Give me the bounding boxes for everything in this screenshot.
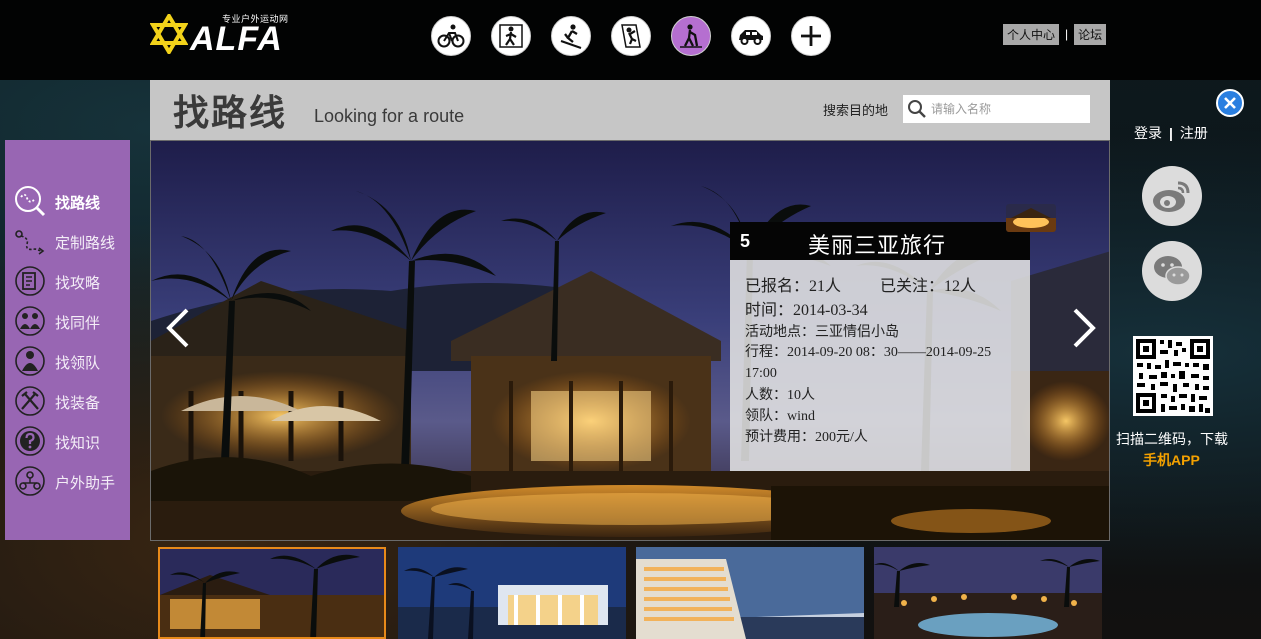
route-leader: 领队：wind — [745, 409, 815, 424]
destination-search-box — [903, 95, 1090, 123]
knowledge-icon — [15, 426, 45, 456]
route-thumbnail — [1006, 204, 1056, 232]
nav-label: 找装备 — [55, 395, 101, 412]
personal-center-link[interactable]: 个人中心 — [1003, 23, 1060, 45]
nav-label: 找攻略 — [55, 275, 101, 292]
slide-thumbnail[interactable] — [158, 547, 386, 639]
auth-links: 登录 | 注册 — [1134, 123, 1208, 143]
top-link-separator: | — [1065, 27, 1069, 41]
nav-label: 找同伴 — [55, 315, 101, 332]
slide-thumbnail[interactable] — [636, 547, 864, 639]
page-title: 找路线 — [173, 92, 288, 133]
equipment-icon — [15, 386, 45, 416]
wechat-icon[interactable] — [1142, 241, 1202, 301]
page-header: 找路线 Looking for a route 搜索目的地 — [150, 80, 1110, 140]
nav-label: 定制路线 — [55, 235, 116, 252]
custom-route-icon — [15, 230, 45, 255]
climbing-icon — [621, 24, 641, 48]
page-subtitle: Looking for a route — [314, 106, 465, 126]
route-people: 人数：10人 — [745, 388, 815, 403]
hiking-icon — [499, 24, 523, 48]
nav-find-route[interactable]: 找路线 — [13, 184, 128, 218]
nav-find-guide[interactable]: 找攻略 — [13, 264, 128, 298]
hotel-tower-thumbnail — [636, 547, 864, 639]
nav-find-companion[interactable]: 找同伴 — [13, 304, 128, 338]
route-details: 已报名：21人 已关注：12人 时间：2014-03-34 活动地点：三亚情侣小… — [730, 260, 1030, 471]
nav-find-knowledge[interactable]: 找知识 — [13, 424, 128, 458]
next-slide-arrow-icon[interactable] — [1063, 306, 1103, 350]
nav-outdoor-assistant[interactable]: 户外助手 — [13, 464, 128, 498]
route-cost: 预计费用：200元/人 — [745, 430, 868, 445]
skiing-icon — [560, 24, 582, 49]
cycling-category-button[interactable] — [431, 16, 471, 56]
route-info-card[interactable]: 5 美丽三亚旅行 已报名：21人 已关注：12人 时间：2014-03-34 活… — [730, 204, 1056, 471]
route-time: 时间：2014-03-34 — [745, 302, 868, 319]
route-search-icon — [15, 186, 46, 217]
logo-wordmark: ALFA — [190, 20, 283, 58]
left-sidebar: 找路线 定制路线 找攻略 找同伴 找领队 找装备 找知识 户外助手 — [5, 140, 130, 540]
add-category-button[interactable] — [791, 16, 831, 56]
register-link[interactable]: 注册 — [1180, 123, 1208, 143]
driving-category-button[interactable] — [731, 16, 771, 56]
pool-dusk-thumbnail — [874, 547, 1102, 639]
nav-find-leader[interactable]: 找领队 — [13, 344, 128, 378]
leader-icon — [15, 346, 45, 376]
route-location: 活动地点：三亚情侣小岛 — [745, 325, 899, 340]
login-link[interactable]: 登录 — [1134, 123, 1162, 143]
trekking-icon — [680, 24, 702, 48]
nav-find-equipment[interactable]: 找装备 — [13, 384, 128, 418]
cycling-icon — [437, 24, 465, 48]
skiing-category-button[interactable] — [551, 16, 591, 56]
nav-label: 找领队 — [55, 355, 101, 372]
app-qr-code — [1133, 336, 1213, 416]
nav-custom-route[interactable]: 定制路线 — [13, 224, 128, 258]
top-links: 个人中心 | 论坛 — [1003, 23, 1107, 45]
trekking-category-button[interactable] — [671, 16, 711, 56]
nav-label: 找知识 — [55, 435, 101, 452]
weibo-icon[interactable] — [1142, 166, 1202, 226]
search-icon[interactable] — [906, 98, 928, 120]
hiking-category-button[interactable] — [491, 16, 531, 56]
slide-thumbnail-strip — [158, 547, 1108, 639]
auth-separator: | — [1169, 125, 1173, 141]
route-title: 美丽三亚旅行 — [808, 234, 947, 259]
search-label: 搜索目的地 — [823, 103, 889, 118]
prev-slide-arrow-icon[interactable] — [159, 306, 199, 350]
route-title-bar: 5 美丽三亚旅行 — [730, 222, 1030, 260]
search-input[interactable] — [931, 99, 1083, 119]
signed-up-count: 已报名：21人 — [745, 278, 842, 295]
slide-thumbnail[interactable] — [874, 547, 1102, 639]
nav-label: 户外助手 — [55, 475, 116, 492]
site-logo[interactable]: 专业户外运动网 ALFA — [150, 12, 295, 58]
close-icon[interactable] — [1216, 89, 1244, 117]
top-bar: 专业户外运动网 ALFA 个人中心 | 论坛 — [0, 0, 1261, 80]
signup-row: 已报名：21人 已关注：12人 — [745, 272, 976, 296]
climbing-category-button[interactable] — [611, 16, 651, 56]
qr-caption: 扫描二维码，下载 — [1116, 431, 1228, 447]
outdoor-assistant-icon — [15, 466, 45, 496]
route-photo-slideshow[interactable]: 5 美丽三亚旅行 已报名：21人 已关注：12人 时间：2014-03-34 活… — [150, 140, 1110, 541]
nav-label: 找路线 — [55, 195, 101, 212]
route-number: 5 — [740, 231, 751, 251]
star-of-david-logo-icon — [150, 14, 188, 54]
beach-pavilion-thumbnail — [398, 547, 626, 639]
guide-book-icon — [15, 266, 45, 296]
car-icon — [739, 30, 763, 45]
route-itinerary: 行程：2014-09-20 08：30——2014-09-25 17:00 — [745, 345, 992, 381]
companions-icon — [15, 306, 45, 336]
forum-link[interactable]: 论坛 — [1074, 23, 1107, 45]
mobile-app-link[interactable]: 手机APP — [1143, 450, 1200, 470]
slide-thumbnail[interactable] — [398, 547, 626, 639]
followers-count: 已关注：12人 — [880, 278, 977, 295]
add-icon — [801, 26, 821, 46]
resort-night-thumbnail — [160, 549, 384, 637]
